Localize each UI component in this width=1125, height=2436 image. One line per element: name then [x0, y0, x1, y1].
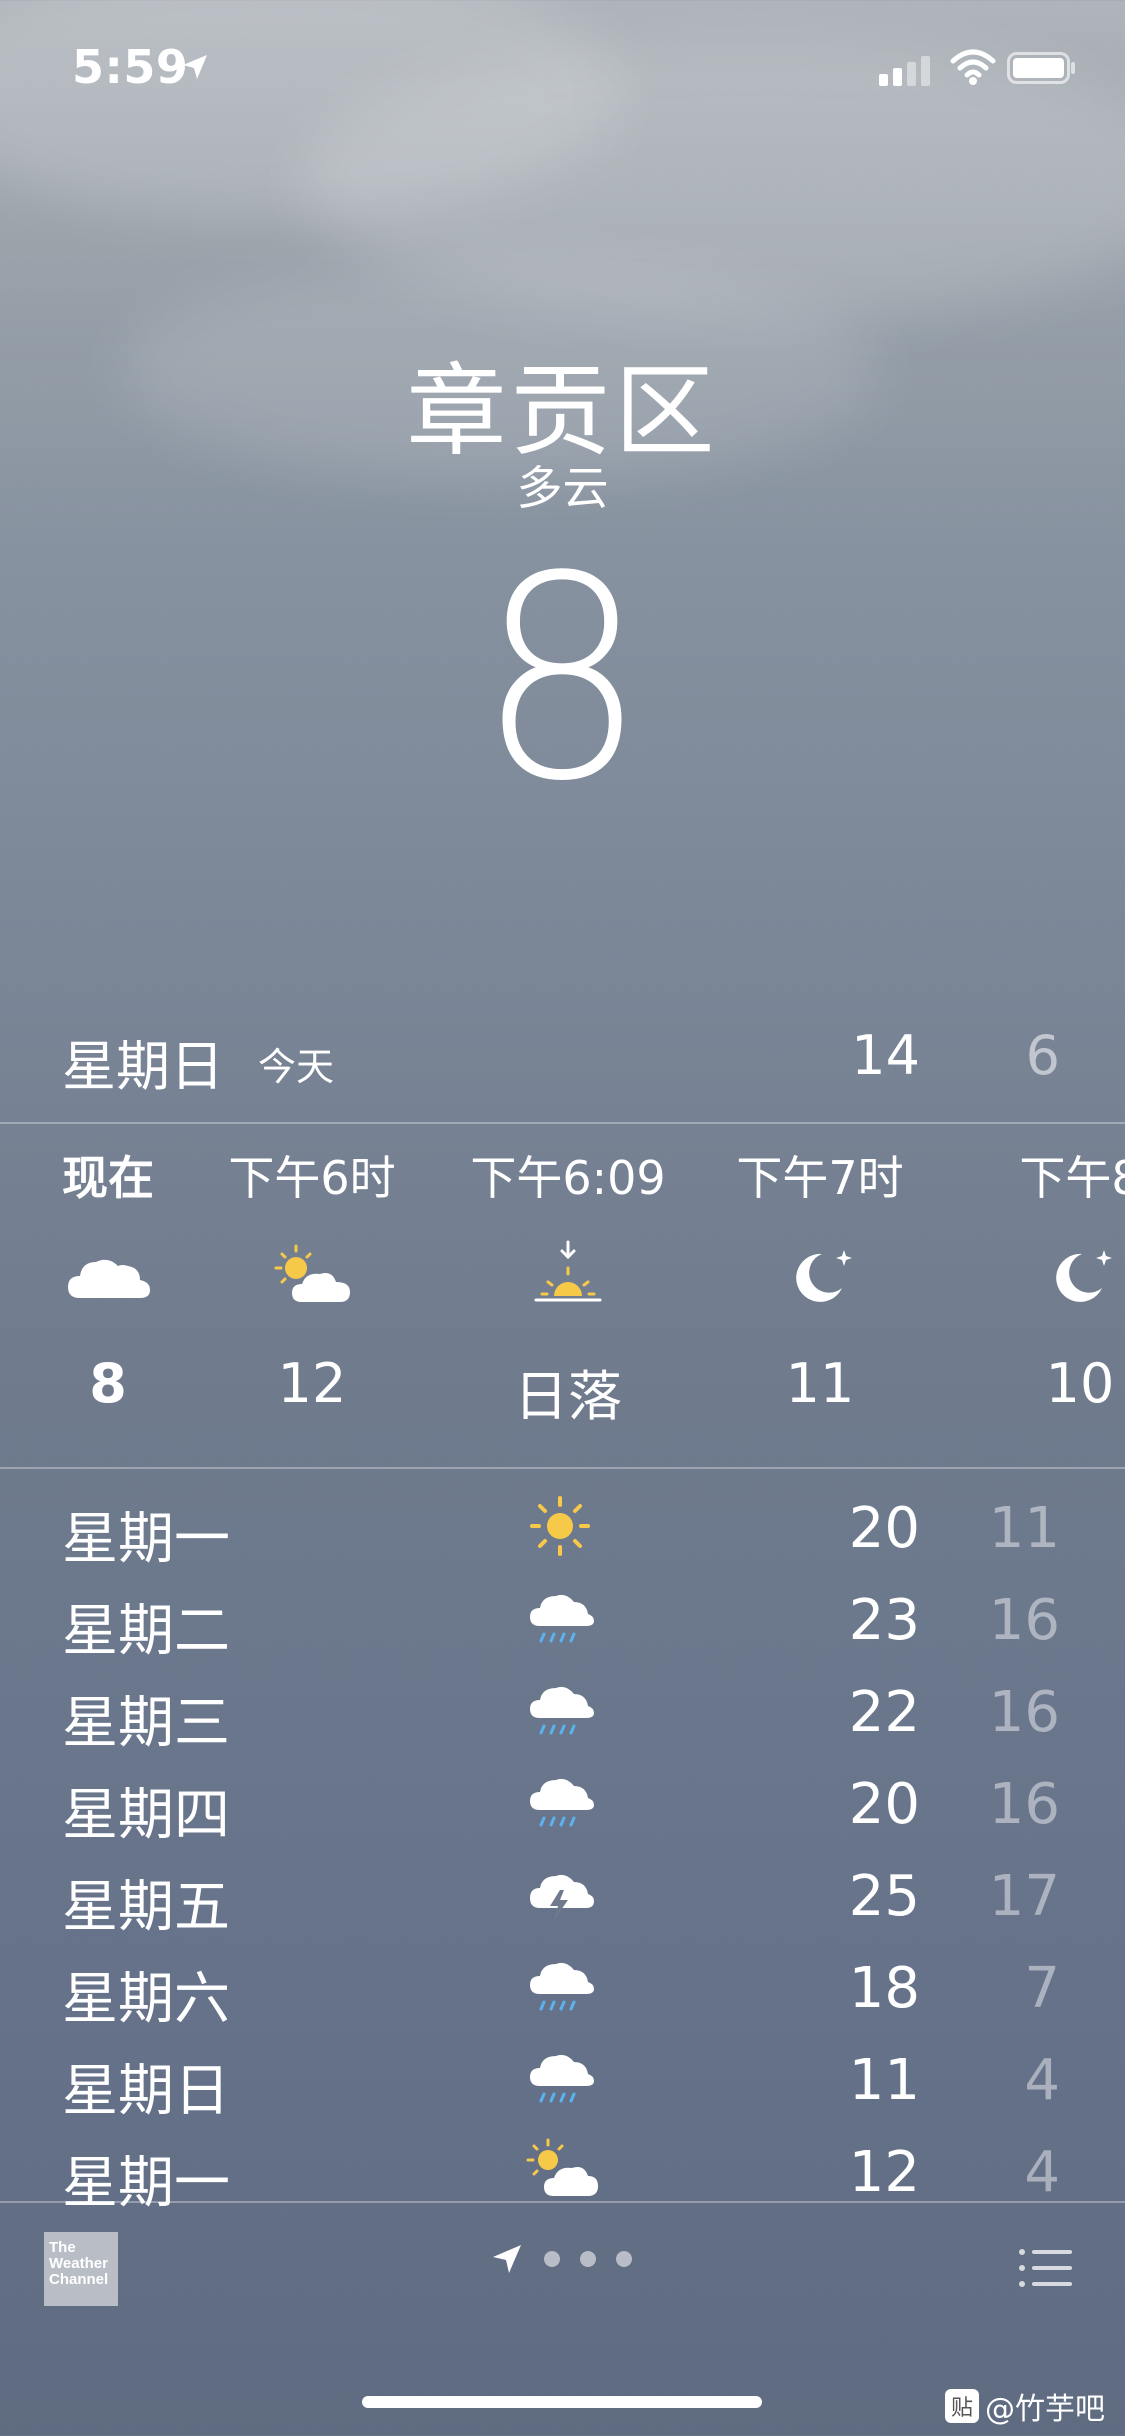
weather-condition: 多云: [516, 461, 609, 515]
day-name: 星期五: [62, 1875, 230, 1940]
divider: [0, 2201, 1125, 2203]
location-arrow-icon: [493, 2245, 521, 2273]
hour-temp: 12: [277, 1352, 347, 1415]
day-low: 16: [988, 1772, 1060, 1837]
divider: [0, 1122, 1125, 1124]
rain-icon: [530, 2054, 594, 2103]
hour-temp: 11: [785, 1352, 855, 1415]
hour-time: 下午7时: [736, 1151, 904, 1205]
daily-row: 星期日 11 4: [0, 2034, 1125, 2126]
location-arrow-icon: [183, 55, 207, 79]
day-name: 星期二: [62, 1599, 230, 1664]
tieba-badge: 贴: [945, 2389, 979, 2423]
sun-icon: [530, 1496, 590, 1556]
daily-row: 星期二 23 16: [0, 1574, 1125, 1666]
watermark: 贴 @竹芋吧: [945, 2384, 1105, 2428]
divider: [0, 1467, 1125, 1469]
cellular-signal-icon: [879, 52, 935, 86]
day-name: 星期四: [62, 1783, 230, 1848]
partly-sunny-icon: [526, 2138, 598, 2196]
wifi-icon: [950, 49, 996, 85]
day-name: 星期日: [62, 2059, 230, 2124]
daily-row: 星期三 22 16: [0, 1666, 1125, 1758]
day-low: 7: [1024, 1956, 1060, 2021]
watermark-text: @竹芋吧: [985, 2392, 1105, 2427]
rain-icon: [530, 1594, 594, 1643]
page-dot: [580, 2251, 596, 2267]
rain-icon: [530, 1778, 594, 1827]
today-low: 6: [1025, 1024, 1060, 1087]
moon-star-icon: [1056, 1250, 1112, 1302]
page-dot: [544, 2251, 560, 2267]
status-time: 5:59: [72, 40, 189, 94]
day-low: 16: [988, 1588, 1060, 1653]
hour-time: 下午8: [1019, 1151, 1125, 1205]
day-high: 23: [848, 1588, 920, 1653]
hourly-item: 下午6时 12: [187, 1142, 437, 1415]
hourly-item: 下午8 10: [955, 1142, 1125, 1415]
day-high: 25: [848, 1864, 920, 1929]
hourly-item: 下午6:09 日落: [443, 1142, 693, 1431]
day-name: 星期一: [62, 2151, 230, 2216]
day-low: 16: [988, 1680, 1060, 1745]
day-high: 20: [848, 1496, 920, 1561]
day-low: 11: [988, 1496, 1060, 1561]
hour-time: 下午6时: [228, 1151, 396, 1205]
day-name: 星期六: [62, 1967, 230, 2032]
weather-channel-logo[interactable]: The Weather Channel: [44, 2232, 118, 2306]
rain-icon: [530, 1686, 594, 1735]
daily-row: 星期四 20 16: [0, 1758, 1125, 1850]
day-high: 22: [848, 1680, 920, 1745]
list-icon[interactable]: [1018, 2246, 1074, 2290]
today-day-name: 星期日: [62, 1035, 224, 1098]
current-temperature: 8: [477, 517, 648, 843]
day-high: 20: [848, 1772, 920, 1837]
cloud-icon: [68, 1259, 150, 1298]
moon-star-icon: [796, 1250, 852, 1302]
hour-temp: 10: [1045, 1352, 1115, 1415]
page-dot: [616, 2251, 632, 2267]
day-low: 17: [988, 1864, 1060, 1929]
today-label: 今天: [258, 1045, 335, 1089]
today-high: 14: [851, 1024, 920, 1087]
daily-row: 星期一 20 11: [0, 1482, 1125, 1574]
rain-icon: [530, 1962, 594, 2011]
daily-row: 星期六 18 7: [0, 1942, 1125, 2034]
home-indicator[interactable]: [362, 2396, 762, 2408]
thunderstorm-icon: [530, 1874, 594, 1920]
hour-time: 下午6:09: [470, 1151, 666, 1205]
sunset-icon: [534, 1240, 602, 1302]
battery-icon: [1007, 52, 1075, 84]
daily-row: 星期五 25 17: [0, 1850, 1125, 1942]
hour-temp: 日落: [514, 1365, 622, 1428]
page-indicator[interactable]: [490, 2242, 632, 2276]
daily-row: 星期一 12 4: [0, 2126, 1125, 2218]
day-high: 18: [848, 1956, 920, 2021]
day-high: 11: [848, 2048, 920, 2113]
day-name: 星期三: [62, 1691, 230, 1756]
day-low: 4: [1024, 2140, 1060, 2205]
partly-sunny-icon: [274, 1244, 350, 1302]
hourly-item: 下午7时 11: [695, 1142, 945, 1415]
day-high: 12: [848, 2140, 920, 2205]
day-low: 4: [1024, 2048, 1060, 2113]
day-name: 星期一: [62, 1507, 230, 1572]
